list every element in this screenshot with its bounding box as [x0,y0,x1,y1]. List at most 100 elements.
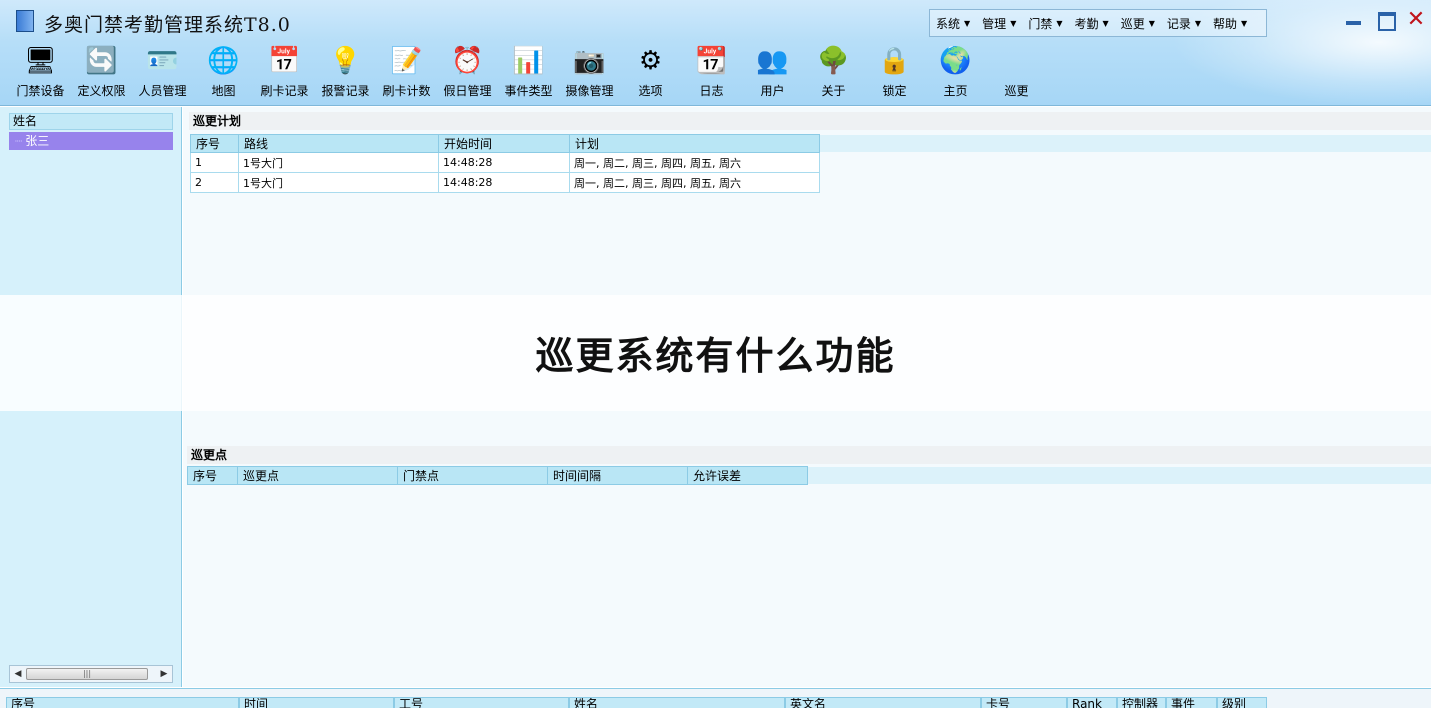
chevron-down-icon: ▼ [1148,18,1155,28]
table-cell: 14:48:28 [438,172,570,193]
table-header-row: 序号 巡更点 门禁点 时间间隔 允许误差 [187,466,808,485]
column-header[interactable]: 卡号 [981,697,1067,708]
chevron-down-icon: ▼ [964,18,971,28]
menu-manage[interactable]: 管理 ▼ [982,15,1016,32]
caption-text: 巡更系统有什么功能 [535,334,896,378]
column-header[interactable]: 巡更点 [237,466,398,485]
patrol-plan-table: 序号 路线 开始时间 计划 1 1号大门 14:48:28 周一, 周二, 周三… [190,134,820,193]
column-header[interactable]: 时间 [239,697,394,708]
horizontal-scrollbar[interactable]: ◀ ||| ▶ [9,665,173,683]
column-header[interactable]: 序号 [187,466,238,485]
menu-records[interactable]: 记录 ▼ [1167,15,1201,32]
menu-attendance[interactable]: 考勤 ▼ [1075,15,1109,32]
column-header[interactable]: 姓名 [569,697,785,708]
table-cell: 1号大门 [238,172,439,193]
column-header[interactable]: 门禁点 [397,466,548,485]
toolbar-define-permissions[interactable]: 🔄 定义权限 [71,44,132,104]
toolbar-home[interactable]: 🌍 主页 [925,44,986,104]
scroll-right-icon[interactable]: ▶ [157,667,171,681]
table-cell: 周一, 周二, 周三, 周四, 周五, 周六 [569,152,820,173]
notepad-icon: 📝 [390,46,423,76]
menu-system[interactable]: 系统 ▼ [936,15,970,32]
list-item[interactable]: ┈ 张三 [9,132,173,150]
users-icon: 👥 [756,46,789,76]
table-cell: 1号大门 [238,152,439,173]
column-header[interactable]: 允许误差 [687,466,808,485]
patrol-points-title: 巡更点 [187,446,1431,464]
table-cell: 14:48:28 [438,152,570,173]
column-header[interactable]: 计划 [569,134,820,153]
tree-line-icon: ┈ [15,134,23,148]
toolbar-swipe-count[interactable]: 📝 刷卡计数 [376,44,437,104]
document-chart-icon: 📊 [512,46,545,76]
chevron-down-icon: ▼ [1194,18,1202,28]
lightbulb-icon: 💡 [329,46,362,76]
toolbar-personnel[interactable]: 🪪 人员管理 [132,44,193,104]
toolbar-options[interactable]: ⚙ 选项 [620,44,681,104]
close-button[interactable]: ✕ [1404,8,1428,32]
column-header[interactable]: 工号 [394,697,569,708]
monitor-icon: 🖥 [23,46,57,76]
log-panel: 序号 时间 工号 姓名 英文名 卡号 Rank 控制器 事件 级别 [0,688,1431,708]
table-row[interactable]: 1 1号大门 14:48:28 周一, 周二, 周三, 周四, 周五, 周六 [190,152,820,173]
column-header[interactable]: 事件 [1166,697,1217,708]
window-controls: ✕ [1342,8,1428,34]
column-header[interactable]: 序号 [190,134,239,153]
app-header: 多奥门禁考勤管理系统T8.0 系统 ▼ 管理 ▼ 门禁 ▼ 考勤 ▼ 巡更 ▼ 记录 ▼ 帮… [0,0,1431,106]
column-header[interactable]: Rank [1067,697,1117,708]
chevron-down-icon: ▼ [1056,18,1063,28]
toolbar-lock[interactable]: 🔒 锁定 [864,44,925,104]
calendar-30-icon: 📆 [695,46,728,76]
maximize-button[interactable] [1374,8,1398,32]
alarm-clock-icon: ⏰ [451,46,484,76]
column-header-name[interactable]: 姓名 [9,113,173,130]
chevron-down-icon: ▼ [1010,18,1017,28]
toolbar-holiday[interactable]: ⏰ 假日管理 [437,44,498,104]
header-strip [820,135,1431,152]
toolbar-patrol[interactable]: 巡更 [986,44,1047,104]
id-card-icon: 🪪 [146,46,179,76]
gear-icon: ⚙ [638,46,663,76]
menu-bar: 系统 ▼ 管理 ▼ 门禁 ▼ 考勤 ▼ 巡更 ▼ 记录 ▼ 帮助 ▼ [929,9,1267,37]
padlock-icon: 🔒 [878,46,911,76]
toolbar-swipe-records[interactable]: 📅 刷卡记录 [254,44,315,104]
chevron-down-icon: ▼ [1241,18,1248,28]
column-header[interactable]: 英文名 [785,697,981,708]
toolbar-event-types[interactable]: 📊 事件类型 [498,44,559,104]
toolbar-access-devices[interactable]: 🖥 门禁设备 [10,44,71,104]
column-header[interactable]: 时间间隔 [547,466,688,485]
toolbar-users[interactable]: 👥 用户 [742,44,803,104]
column-header[interactable]: 控制器 [1117,697,1166,708]
camera-lens-icon: 📷 [573,46,606,76]
menu-help[interactable]: 帮助 ▼ [1213,15,1247,32]
table-cell: 周一, 周二, 周三, 周四, 周五, 周六 [569,172,820,193]
column-header[interactable]: 路线 [238,134,439,153]
column-header[interactable]: 序号 [6,697,239,708]
home-globe-icon: 🌍 [939,46,972,76]
patrol-icon [1000,44,1034,78]
calendar-grid-icon: 📅 [268,46,301,76]
minimize-button[interactable] [1342,8,1366,32]
app-title: 多奥门禁考勤管理系统T8.0 [44,14,291,36]
patrol-points-table: 序号 巡更点 门禁点 时间间隔 允许误差 [187,466,808,485]
menu-patrol[interactable]: 巡更 ▼ [1121,15,1155,32]
scrollbar-thumb[interactable]: ||| [26,668,148,680]
toolbar-log[interactable]: 📆 日志 [681,44,742,104]
table-header-row: 序号 路线 开始时间 计划 [190,134,820,153]
patrol-plan-title: 巡更计划 [189,112,1431,130]
app-logo-icon [16,10,34,32]
table-row[interactable]: 2 1号大门 14:48:28 周一, 周二, 周三, 周四, 周五, 周六 [190,172,820,193]
globe-icon: 🌐 [207,46,240,76]
header-strip [807,467,1431,484]
menu-access[interactable]: 门禁 ▼ [1028,15,1062,32]
column-header[interactable]: 级别 [1217,697,1267,708]
toolbar-alarm-records[interactable]: 💡 报警记录 [315,44,376,104]
refresh-icon: 🔄 [85,46,118,76]
scroll-left-icon[interactable]: ◀ [11,667,25,681]
table-cell: 2 [190,172,239,193]
toolbar-camera[interactable]: 📷 摄像管理 [559,44,620,104]
table-cell: 1 [190,152,239,173]
column-header[interactable]: 开始时间 [438,134,570,153]
toolbar-about[interactable]: 🌳 关于 [803,44,864,104]
toolbar-map[interactable]: 🌐 地图 [193,44,254,104]
